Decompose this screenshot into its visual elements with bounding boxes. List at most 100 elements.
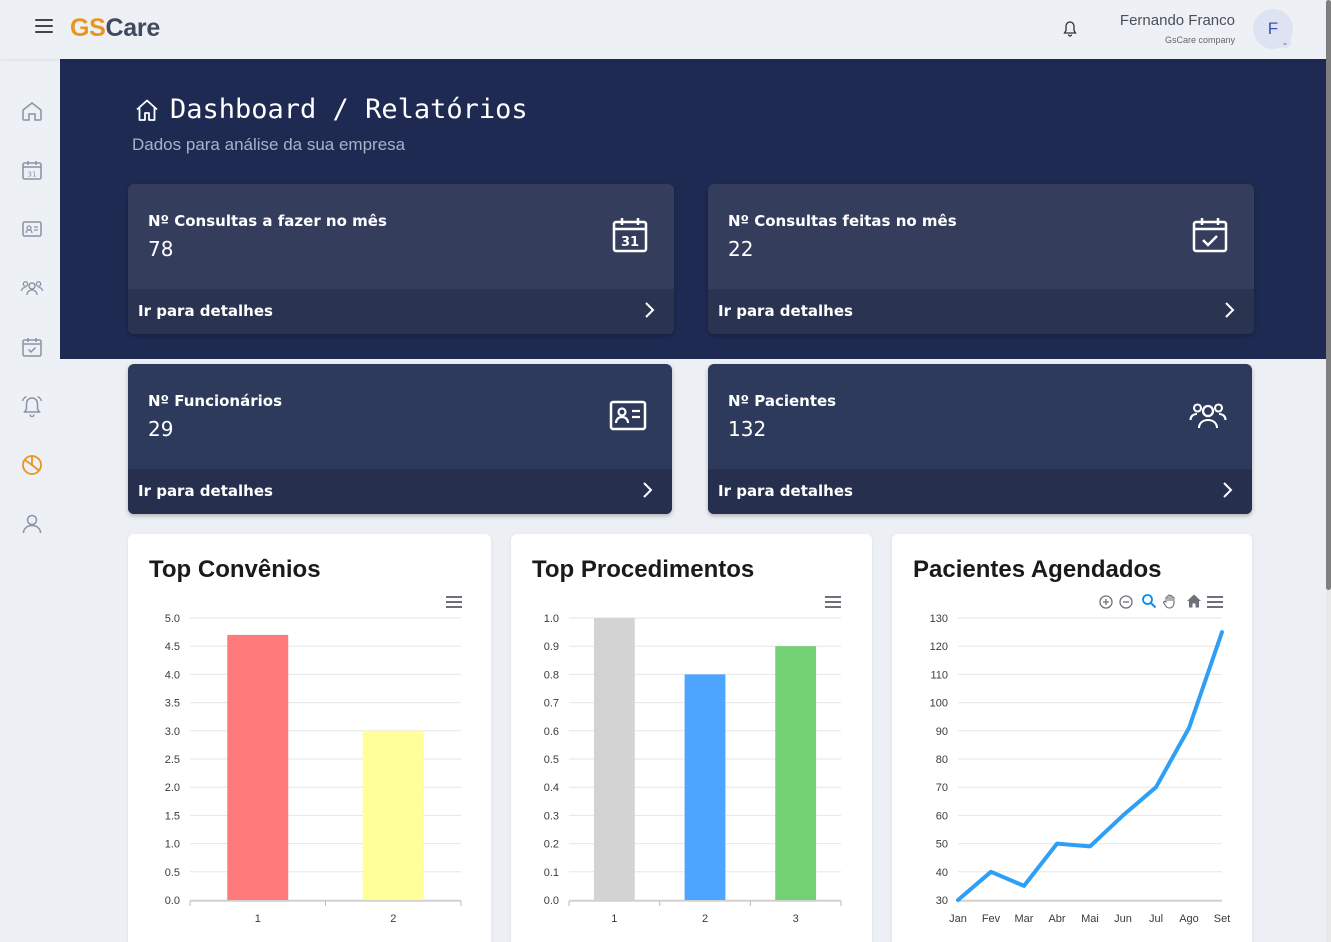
- y-tick-label: 120: [930, 641, 948, 653]
- stat-label: Nº Funcionários: [148, 392, 283, 410]
- avatar-chevron-down-icon[interactable]: ⌄: [1279, 36, 1291, 48]
- x-tick-label: 2: [390, 913, 396, 925]
- x-tick-label: 1: [255, 913, 261, 925]
- stat-label: Nº Consultas a fazer no mês: [148, 212, 387, 230]
- y-tick-label: 90: [936, 726, 948, 738]
- chevron-right-icon: [1223, 482, 1233, 498]
- calendar-31-icon: 31: [611, 216, 649, 254]
- y-tick-label: 0.4: [544, 782, 559, 794]
- sidebar-id-card-icon[interactable]: [20, 217, 44, 241]
- y-tick-label: 0.5: [544, 754, 559, 766]
- x-tick-label: 3: [793, 913, 799, 925]
- y-tick-label: 0.1: [544, 867, 559, 879]
- sidebar-calendar-icon[interactable]: 31: [20, 158, 44, 182]
- notifications-bell-icon[interactable]: [1062, 20, 1078, 38]
- sidebar-users-icon[interactable]: [20, 276, 44, 300]
- y-tick-label: 50: [936, 839, 948, 851]
- bar: [362, 730, 424, 900]
- user-company: GsCare company: [1164, 35, 1235, 45]
- x-tick-label: Ago: [1179, 913, 1199, 925]
- details-link[interactable]: Ir para detalhes: [128, 289, 674, 334]
- y-tick-label: 0.6: [544, 726, 559, 738]
- y-tick-label: 4.5: [165, 641, 180, 653]
- page-title: Dashboard / Relatórios: [134, 94, 528, 125]
- chart-card-pacientes: Pacientes Agendados 30 40 50 60 70 80 90 100 110…: [892, 534, 1252, 942]
- sidebar: 31: [0, 59, 60, 942]
- series-line: [956, 630, 1224, 902]
- x-tick-label: Set: [1214, 913, 1231, 925]
- stat-card-pacientes: Nº Pacientes 132 Ir para detalhes: [708, 364, 1252, 514]
- chevron-right-icon: [645, 302, 655, 318]
- chart-card-procedimentos: Top Procedimentos 0.0 0.1 0.2 0.3 0.4 0.5 0.6 0…: [511, 534, 872, 942]
- sidebar-pie-chart-icon[interactable]: [20, 453, 44, 477]
- bar: [227, 634, 289, 900]
- app-logo[interactable]: GSCare: [70, 14, 160, 43]
- y-tick-label: 60: [936, 810, 948, 822]
- y-tick-label: 30: [936, 895, 948, 907]
- bar: [775, 646, 817, 900]
- sidebar-user-icon[interactable]: [20, 512, 44, 536]
- y-tick-label: 130: [930, 613, 948, 625]
- y-tick-label: 40: [936, 867, 948, 879]
- y-tick-label: 0.5: [165, 867, 180, 879]
- y-tick-label: 110: [930, 669, 948, 681]
- user-name: Fernando Franco: [1119, 12, 1235, 29]
- y-tick-label: 1.5: [165, 810, 180, 822]
- y-tick-label: 1.0: [165, 839, 180, 851]
- y-tick-label: 1.0: [544, 613, 559, 625]
- stat-value: 78: [148, 237, 174, 261]
- chevron-right-icon: [643, 482, 653, 498]
- chevron-right-icon: [1225, 302, 1235, 318]
- stat-value: 132: [728, 417, 767, 441]
- svg-text:31: 31: [28, 171, 37, 179]
- y-tick-label: 3.0: [165, 726, 180, 738]
- id-card-icon: [609, 396, 647, 434]
- details-link[interactable]: Ir para detalhes: [128, 469, 672, 514]
- menu-toggle-icon[interactable]: [35, 19, 53, 33]
- y-tick-label: 80: [936, 754, 948, 766]
- x-tick-label: Jul: [1149, 913, 1163, 925]
- sidebar-calendar-check-icon[interactable]: [20, 335, 44, 359]
- page-subtitle: Dados para análise da sua empresa: [132, 135, 406, 154]
- x-tick-label: Abr: [1048, 913, 1065, 925]
- bar: [593, 618, 635, 900]
- y-tick-label: 2.0: [165, 782, 180, 794]
- y-tick-label: 3.5: [165, 698, 180, 710]
- x-tick-label: Jun: [1114, 913, 1132, 925]
- page-scrollbar[interactable]: [1326, 0, 1331, 942]
- y-tick-label: 70: [936, 782, 948, 794]
- details-link[interactable]: Ir para detalhes: [708, 289, 1254, 334]
- y-tick-label: 4.0: [165, 669, 180, 681]
- y-tick-label: 2.5: [165, 754, 180, 766]
- y-tick-label: 0.8: [544, 669, 559, 681]
- y-tick-label: 0.2: [544, 839, 559, 851]
- sidebar-alarm-icon[interactable]: [20, 394, 44, 418]
- stat-label: Nº Consultas feitas no mês: [728, 212, 957, 230]
- chart-card-convenios: Top Convênios 0.0 0.5 1.0 1.5 2.0 2.5 3.0 3.5 4.…: [128, 534, 491, 942]
- sidebar-home-icon[interactable]: [20, 99, 44, 123]
- svg-text:31: 31: [621, 235, 639, 250]
- bar-chart-convenios: 0.0 0.5 1.0 1.5 2.0 2.5 3.0 3.5 4.0 4.5 5.0 1 2: [165, 613, 462, 925]
- y-tick-label: 100: [930, 698, 948, 710]
- x-tick-label: 2: [702, 913, 708, 925]
- users-icon: [1189, 396, 1227, 434]
- y-tick-label: 0.0: [544, 895, 559, 907]
- x-tick-label: Jan: [949, 913, 967, 925]
- home-icon: [136, 99, 158, 121]
- y-tick-label: 0.3: [544, 810, 559, 822]
- calendar-check-icon: [1191, 216, 1229, 254]
- x-tick-label: Mai: [1081, 913, 1099, 925]
- top-bar: GSCare Fernando Franco GsCare company F …: [0, 0, 1326, 59]
- y-tick-label: 0.7: [544, 698, 559, 710]
- bar-chart-procedimentos: 0.0 0.1 0.2 0.3 0.4 0.5 0.6 0.7 0.8 0.9 1.0 1 2 3: [544, 613, 842, 925]
- stat-label: Nº Pacientes: [728, 392, 837, 410]
- stat-value: 22: [728, 237, 754, 261]
- y-tick-label: 5.0: [165, 613, 180, 625]
- stat-card-consultas-a-fazer: Nº Consultas a fazer no mês 78 31 Ir par…: [128, 184, 674, 334]
- x-tick-label: 1: [611, 913, 617, 925]
- scrollbar-thumb[interactable]: [1326, 0, 1331, 590]
- bar: [684, 674, 726, 900]
- stat-value: 29: [148, 417, 174, 441]
- details-link[interactable]: Ir para detalhes: [708, 469, 1252, 514]
- x-tick-label: Mar: [1015, 913, 1034, 925]
